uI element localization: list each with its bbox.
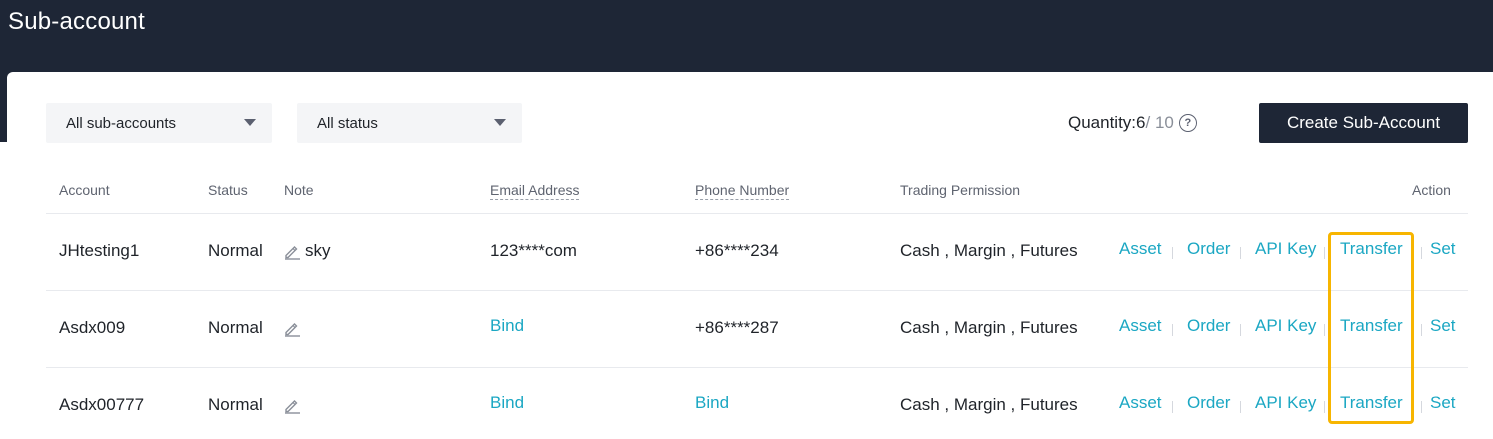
status-text: Normal [208, 318, 263, 337]
table-divider [46, 290, 1468, 291]
action-set-link[interactable]: Set [1430, 316, 1456, 336]
quantity-label: Quantity: [1068, 113, 1137, 132]
header-account: Account [59, 182, 110, 198]
action-separator [1172, 247, 1173, 259]
quantity-total: / 10 [1145, 113, 1174, 132]
action-transfer-link[interactable]: Transfer [1340, 239, 1403, 259]
status-filter-value: All status [317, 114, 378, 132]
action-order-link[interactable]: Order [1187, 316, 1230, 336]
action-order-link[interactable]: Order [1187, 393, 1230, 413]
action-separator [1172, 324, 1173, 336]
account-name: JHtesting1 [59, 241, 140, 260]
action-separator [1240, 324, 1241, 336]
phone-value: +86****234 [695, 241, 779, 260]
action-transfer-link[interactable]: Transfer [1340, 316, 1403, 336]
trading-permission: Cash , Margin , Futures [900, 318, 1078, 337]
action-separator [1240, 401, 1241, 413]
action-order-link[interactable]: Order [1187, 239, 1230, 259]
pencil-edit-icon[interactable] [283, 396, 301, 414]
action-separator [1421, 247, 1422, 259]
action-set-link[interactable]: Set [1430, 393, 1456, 413]
quantity-indicator: Quantity: 6 / 10 ? [1068, 113, 1197, 133]
create-sub-account-button[interactable]: Create Sub-Account [1259, 103, 1468, 143]
sub-account-filter-select[interactable]: All sub-accounts [46, 103, 272, 143]
question-help-icon[interactable]: ? [1178, 114, 1197, 132]
pencil-edit-icon[interactable] [283, 319, 301, 337]
header-trading-permission: Trading Permission [900, 182, 1021, 198]
action-separator [1240, 247, 1241, 259]
action-api-key-link[interactable]: API Key [1255, 393, 1316, 413]
action-separator [1421, 324, 1422, 336]
action-api-key-link[interactable]: API Key [1255, 316, 1316, 336]
account-name: Asdx009 [59, 318, 126, 337]
page-title: Sub-account [8, 8, 145, 35]
trading-permission: Cash , Margin , Futures [900, 241, 1078, 260]
action-separator [1324, 324, 1325, 336]
action-asset-link[interactable]: Asset [1119, 316, 1162, 336]
header-status: Status [208, 182, 248, 198]
account-name: Asdx00777 [59, 395, 145, 414]
action-separator [1172, 401, 1173, 413]
action-separator [1324, 401, 1325, 413]
header-phone[interactable]: Phone Number [695, 182, 790, 200]
bind-email-link[interactable]: Bind [490, 316, 524, 336]
header-email[interactable]: Email Address [490, 182, 580, 200]
action-transfer-link[interactable]: Transfer [1340, 393, 1403, 413]
phone-value: +86****287 [695, 318, 779, 337]
email-value: 123****com [490, 241, 577, 260]
table-divider [46, 213, 1468, 214]
status-filter-select[interactable]: All status [297, 103, 522, 143]
action-set-link[interactable]: Set [1430, 239, 1456, 259]
sub-account-filter-value: All sub-accounts [66, 114, 177, 132]
action-separator [1324, 247, 1325, 259]
header-note: Note [284, 182, 314, 198]
table-divider [46, 367, 1468, 368]
bind-phone-link[interactable]: Bind [695, 393, 729, 413]
pencil-edit-icon[interactable] [283, 242, 301, 260]
status-text: Normal [208, 395, 263, 414]
note-text: sky [305, 241, 331, 260]
action-asset-link[interactable]: Asset [1119, 239, 1162, 259]
action-api-key-link[interactable]: API Key [1255, 239, 1316, 259]
status-text: Normal [208, 241, 263, 260]
action-separator [1421, 401, 1422, 413]
bind-email-link[interactable]: Bind [490, 393, 524, 413]
chevron-down-icon [494, 119, 506, 126]
chevron-down-icon [244, 119, 256, 126]
header-action: Action [1412, 182, 1451, 198]
action-asset-link[interactable]: Asset [1119, 393, 1162, 413]
quantity-used: 6 [1136, 113, 1146, 132]
trading-permission: Cash , Margin , Futures [900, 395, 1078, 414]
